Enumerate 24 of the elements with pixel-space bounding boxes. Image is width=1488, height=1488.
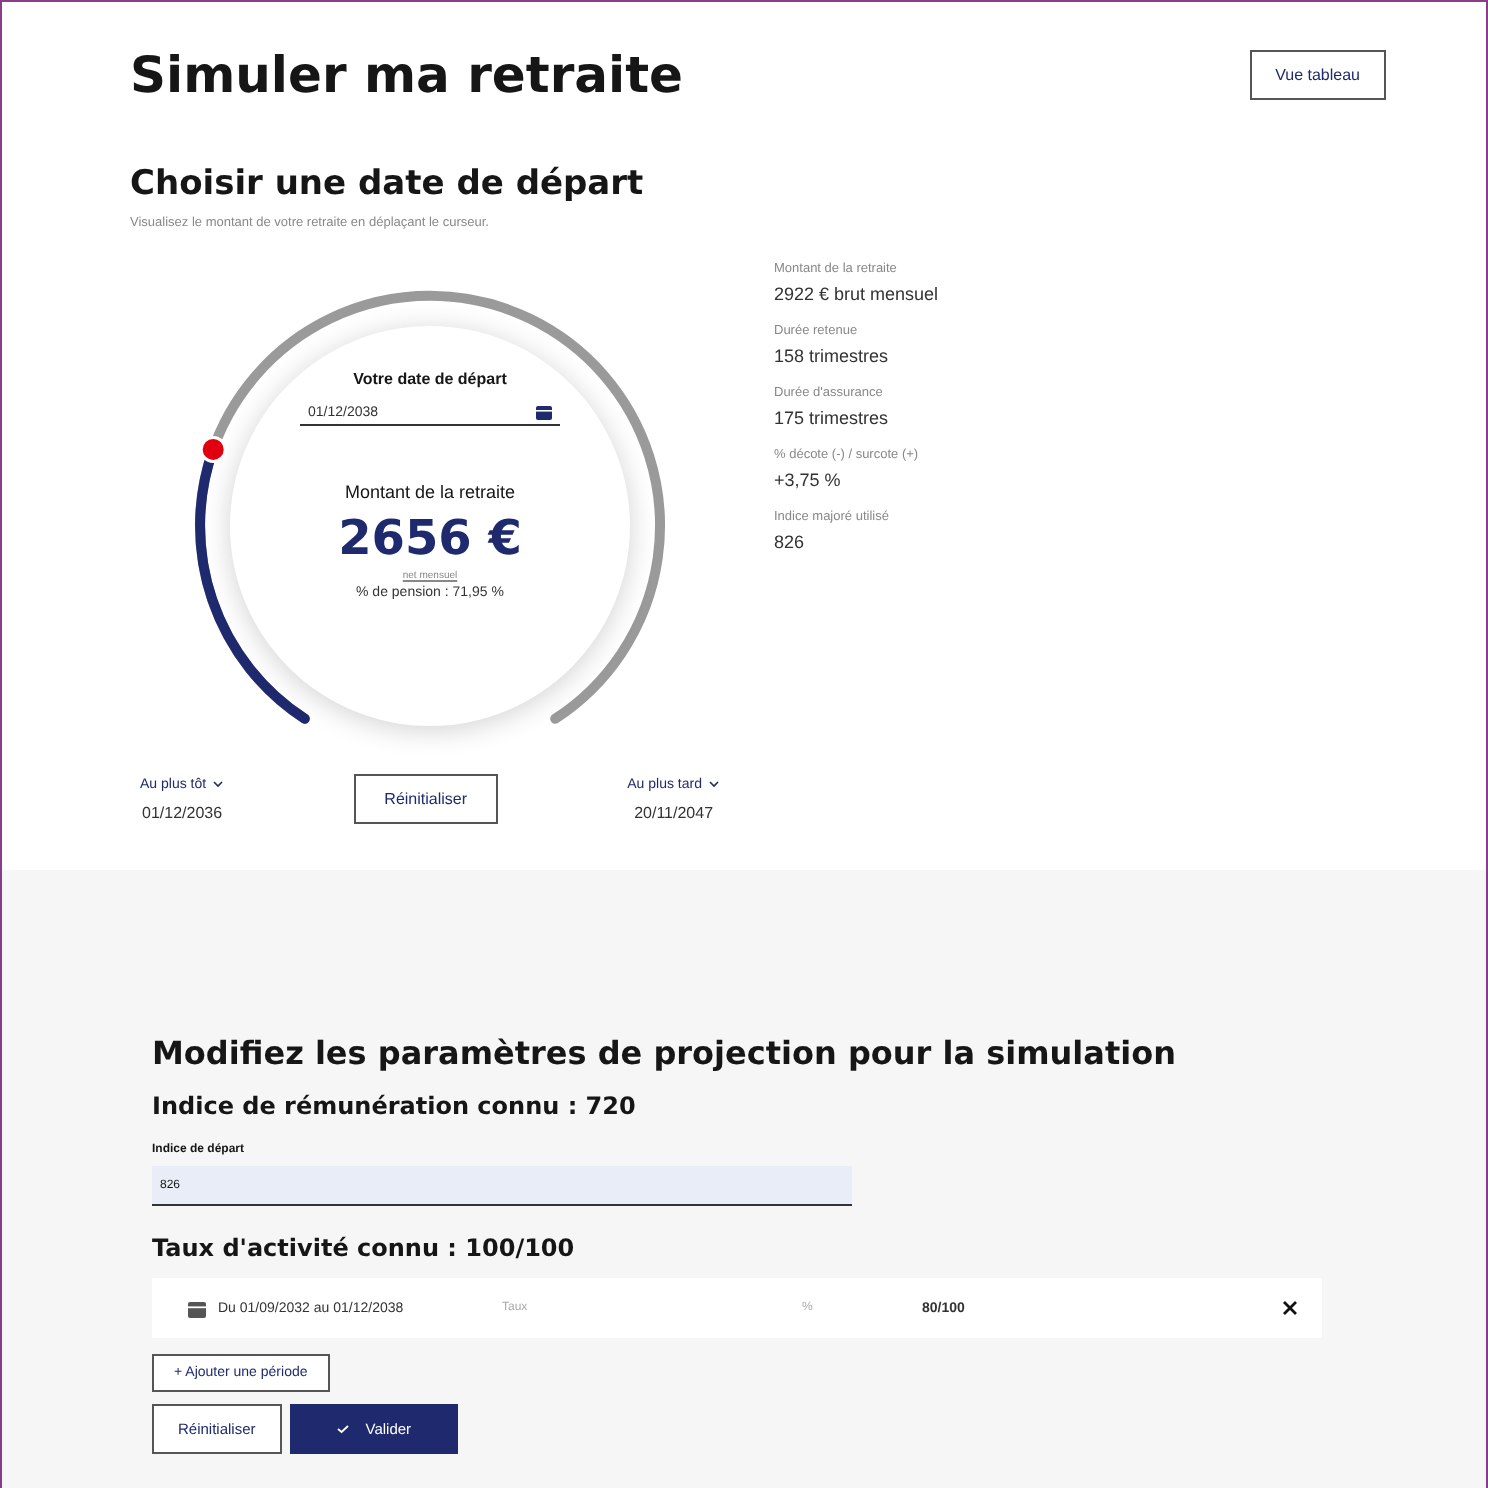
reset-button[interactable]: Réinitialiser [354,774,498,824]
earliest-date: 01/12/2036 [142,803,223,821]
page-title: Simuler ma retraite [130,46,684,104]
calendar-icon[interactable] [536,404,552,420]
latest-date: 20/11/2047 [634,803,714,821]
section-title: Choisir une date de départ [130,164,646,204]
table-view-button[interactable]: Vue tableau [1249,50,1386,100]
close-icon[interactable] [1282,1300,1298,1316]
slider-handle[interactable] [199,435,227,463]
stat-value: 2922 € brut mensuel [774,284,939,304]
chevron-icon[interactable] [212,780,225,788]
checkmark-icon [335,1424,350,1434]
calendar-icon[interactable] [188,1299,206,1317]
pension-amount: 2656 € [338,510,522,566]
date-label: Votre date de départ [353,370,507,388]
section-title: Modifiez les paramètres de projection pour la simulation [152,1034,1178,1072]
activity-heading: Taux d'activité connu : 100/100 [152,1234,577,1262]
stat-value: 158 trimestres [774,346,891,366]
stat-value: 175 trimestres [774,408,891,428]
index-heading: Indice de rémunération connu : 720 [152,1092,638,1120]
amount-label: Montant de la retraite [344,482,516,502]
chevron-icon[interactable] [707,780,720,788]
stat-value: +3,75 % [774,470,843,490]
stat-value: 826 [774,532,807,552]
